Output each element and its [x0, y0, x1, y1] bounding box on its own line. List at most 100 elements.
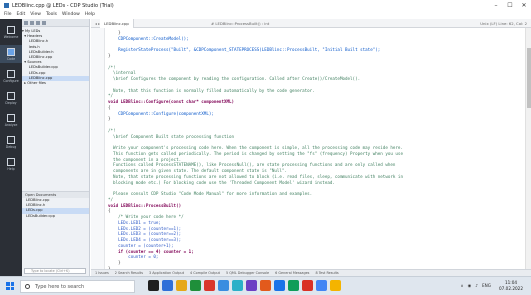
code-icon	[7, 48, 15, 56]
sidebar-mode-label: Configure	[3, 79, 19, 83]
code-line[interactable]: /*!	[108, 128, 116, 133]
close-icon[interactable]	[42, 20, 46, 25]
maximize-button[interactable]: ☐	[503, 0, 517, 11]
output-pane-button[interactable]: 8 Test Results	[315, 271, 338, 275]
windows-start-button[interactable]	[6, 282, 14, 290]
taskbar-app-icon[interactable]	[204, 280, 215, 291]
taskbar-app-icon[interactable]	[218, 280, 229, 291]
taskbar-app-icon[interactable]	[274, 280, 285, 291]
filter-icon[interactable]	[24, 20, 28, 25]
taskbar-app-icon[interactable]	[246, 280, 257, 291]
code-line[interactable]: LEDs.LED1 = true;	[108, 220, 161, 225]
code-line[interactable]: Write your component's processing code h…	[108, 145, 403, 150]
link-icon[interactable]	[30, 20, 34, 25]
clock[interactable]: 11:04 07.02.2022	[499, 280, 523, 292]
sidebar-mode-configure[interactable]: Configure	[0, 67, 22, 85]
code-line[interactable]: LEDs.LED2 = (counter==1);	[108, 226, 181, 231]
mode-sidebar: Welcome Code Configure Deploy Analyze Debug He…	[0, 19, 22, 276]
menu-file[interactable]: File	[4, 11, 12, 19]
symbol-locator[interactable]: # LEDBlinc::ProcessBuilt() : int	[211, 21, 269, 26]
code-line[interactable]: /* Write your code here */	[108, 214, 184, 219]
code-line[interactable]: the component in a project.	[108, 157, 181, 162]
code-line[interactable]: void LEDBlinc::ProcessBuilt()	[108, 203, 181, 208]
taskbar: Type here to search ∧ ◉ ♪ ENG 11:04 07.0…	[0, 276, 531, 295]
code-line[interactable]: \internal	[108, 70, 136, 75]
code-line[interactable]: {	[108, 208, 111, 213]
code-line[interactable]: }	[108, 30, 121, 35]
code-line[interactable]: CDPComponent::Configure(componentXML);	[108, 111, 214, 116]
code-line[interactable]: components are in given state. The defau…	[108, 168, 287, 173]
code-line[interactable]: Functions called ProcessSTATENAME(), lik…	[108, 162, 395, 167]
split-icon[interactable]	[36, 20, 40, 25]
code-line[interactable]: void LEDBlinc::Configure(const char* com…	[108, 99, 234, 104]
code-line[interactable]: \brief Component Built state processing …	[108, 134, 234, 139]
window-controls: – ☐ ✕	[489, 0, 531, 11]
taskbar-app-icon[interactable]	[330, 280, 341, 291]
code-line[interactable]: \brief Configures the component by readi…	[108, 76, 360, 81]
code-line[interactable]: Note, that state processing functions ar…	[108, 174, 403, 179]
sidebar-mode-code[interactable]: Code	[0, 45, 22, 63]
open-document-item[interactable]: LEDsBuilder.cpp	[22, 214, 89, 219]
code-line[interactable]: Note, that this function is normally fil…	[108, 88, 315, 93]
code-line[interactable]: */	[108, 93, 113, 98]
output-pane-button[interactable]: 4 Compile Output	[190, 271, 220, 275]
back-icon[interactable]: ◂ ▸	[91, 21, 100, 26]
code-line[interactable]: Please consult CDP Studio "Code Mode Man…	[108, 191, 312, 196]
sidebar-mode-help[interactable]: Help	[0, 155, 22, 173]
sidebar-mode-deploy[interactable]: Deploy	[0, 89, 22, 107]
code-line[interactable]: LEDs.LED3 = (counter==2);	[108, 231, 181, 236]
code-line[interactable]: This function gets called periodically. …	[108, 151, 403, 156]
tree-item[interactable]: ▸ Other files	[22, 81, 89, 86]
menu-help[interactable]: Help	[85, 11, 95, 19]
taskbar-app-icon[interactable]	[232, 280, 243, 291]
code-line[interactable]: }	[108, 260, 121, 265]
volume-icon[interactable]: ♪	[475, 283, 478, 288]
locator-input[interactable]: Type to locate (Ctrl+K)	[24, 268, 86, 274]
editor-tab[interactable]: LEDBlinc.cpp	[100, 18, 134, 28]
network-icon[interactable]: ◉	[468, 283, 472, 288]
output-pane-button[interactable]: 1 Issues	[95, 271, 109, 275]
vertical-scrollbar[interactable]	[525, 28, 531, 269]
taskbar-app-icon[interactable]	[302, 280, 313, 291]
menu-tools[interactable]: Tools	[46, 11, 57, 19]
code-line[interactable]: /*!	[108, 65, 116, 70]
code-line[interactable]: }	[108, 116, 111, 121]
sidebar-mode-welcome[interactable]: Welcome	[0, 23, 22, 41]
chevron-up-icon[interactable]: ∧	[461, 283, 464, 288]
sidebar-mode-label: Deploy	[5, 101, 17, 105]
output-pane-button[interactable]: 6 General Messages	[275, 271, 309, 275]
code-line[interactable]: blocking mode etc.) For blocking code us…	[108, 180, 335, 185]
taskbar-app-icon[interactable]	[176, 280, 187, 291]
code-area[interactable]: 35 }36 CDPComponent::CreateModel();3738 …	[106, 28, 516, 269]
taskbar-app-icon[interactable]	[148, 280, 159, 291]
code-line[interactable]: RegisterStateProcess("Built", &CDPCompon…	[108, 47, 380, 52]
code-line[interactable]: counter = 0;	[108, 254, 158, 259]
output-pane-button[interactable]: 2 Search Results	[115, 271, 143, 275]
output-pane-button[interactable]: 5 QML Debugger Console	[226, 271, 269, 275]
output-pane-button[interactable]: 3 Application Output	[149, 271, 184, 275]
sidebar-mode-debug[interactable]: Debug	[0, 133, 22, 151]
taskbar-app-icon[interactable]	[162, 280, 173, 291]
taskbar-app-icon[interactable]	[288, 280, 299, 291]
menu-view[interactable]: View	[30, 11, 41, 19]
code-line[interactable]: counter = (counter+1);	[108, 243, 173, 248]
sidebar-mode-analyze[interactable]: Analyze	[0, 111, 22, 129]
taskbar-app-icon[interactable]	[260, 280, 271, 291]
minimize-button[interactable]: –	[489, 0, 503, 11]
language-indicator[interactable]: ENG	[482, 283, 491, 288]
window-title: LEDBlinc.cpp @ LEDs - CDP Studio (Trial)	[12, 2, 114, 9]
code-line[interactable]: if (counter == 4) counter = 1;	[108, 249, 194, 254]
menu-edit[interactable]: Edit	[17, 11, 26, 19]
menu-window[interactable]: Window	[62, 11, 80, 19]
close-button[interactable]: ✕	[517, 0, 531, 11]
taskbar-app-icon[interactable]	[190, 280, 201, 291]
code-line[interactable]: {	[108, 105, 111, 110]
code-line[interactable]: LEDs.LED4 = (counter==3);	[108, 237, 181, 242]
code-line[interactable]: }	[108, 53, 111, 58]
code-line[interactable]: */	[108, 197, 113, 202]
scroll-thumb[interactable]	[527, 48, 531, 108]
taskbar-search[interactable]: Type here to search	[20, 280, 135, 293]
code-line[interactable]: CDPComponent::CreateModel();	[108, 36, 189, 41]
taskbar-app-icon[interactable]	[316, 280, 327, 291]
analyze-icon	[7, 114, 15, 122]
